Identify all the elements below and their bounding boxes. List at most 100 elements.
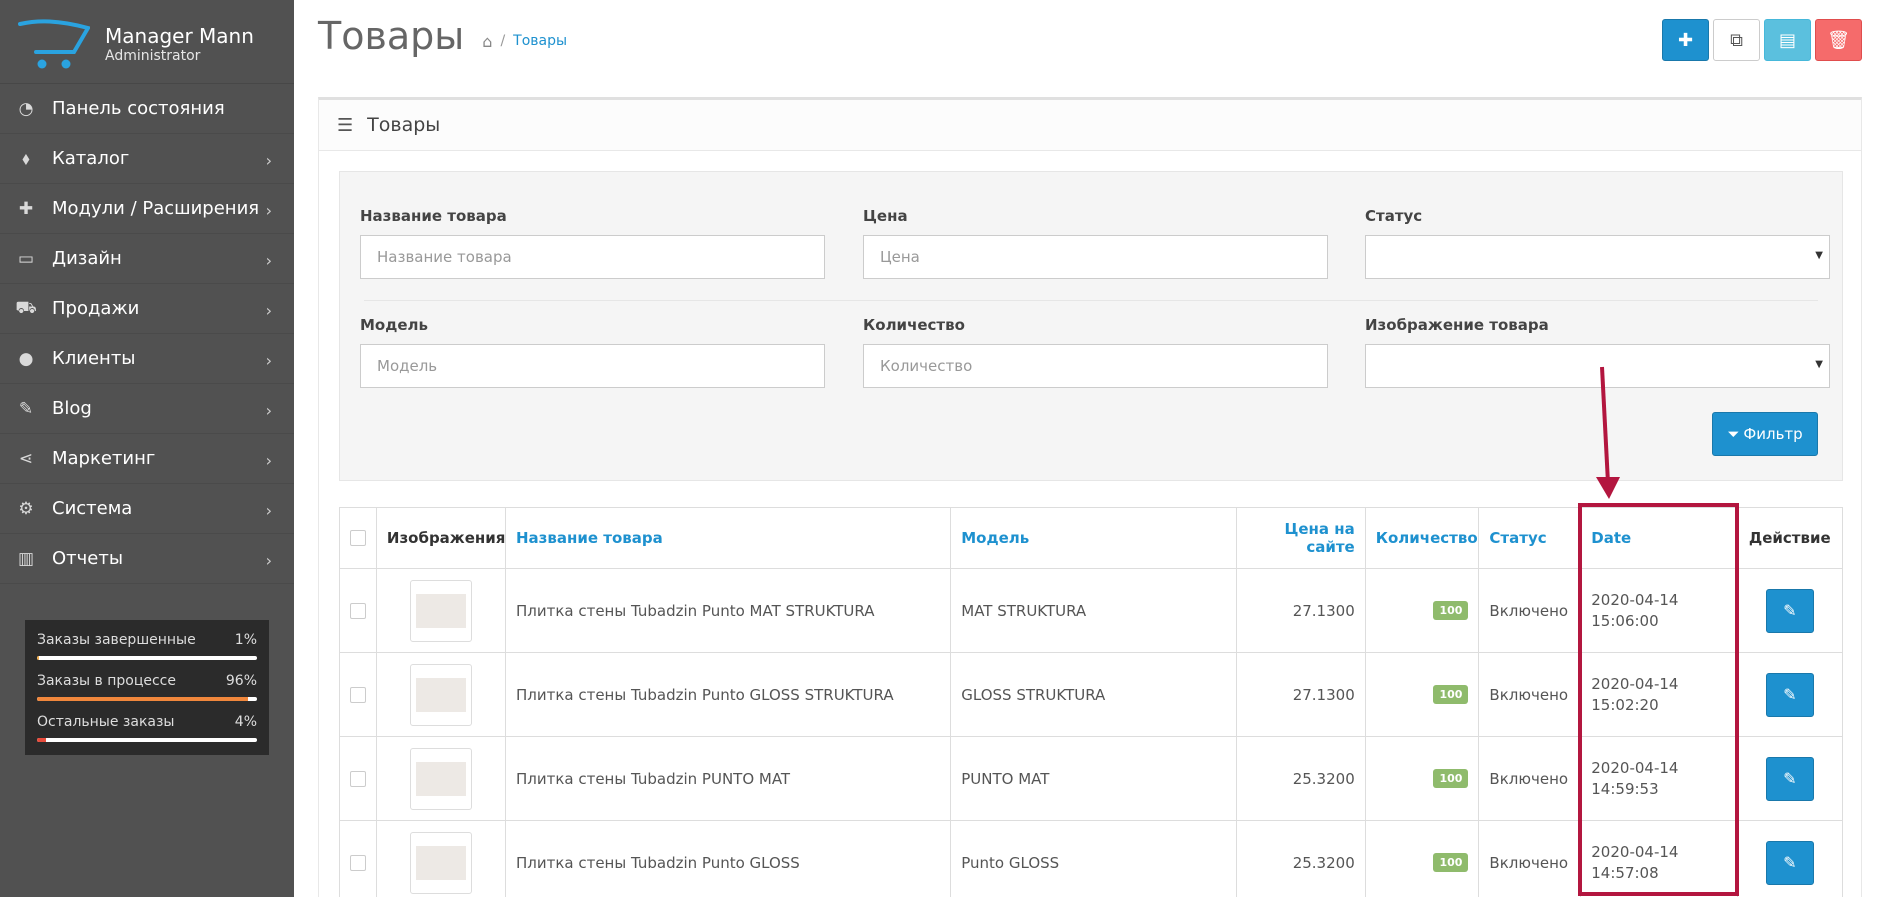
sidebar-item-4[interactable]: ⛟ Продажи › xyxy=(0,284,294,334)
breadcrumb: ⌂ / Товары xyxy=(482,32,567,51)
row-checkbox[interactable] xyxy=(350,686,366,703)
chevron-right-icon: › xyxy=(265,151,272,170)
product-thumbnail xyxy=(409,663,472,726)
cell-image: Изображения xyxy=(377,508,506,568)
row-checkbox[interactable] xyxy=(350,770,366,787)
sidebar-item-6[interactable]: ✎ Blog › xyxy=(0,384,294,434)
cell-status: Включено xyxy=(1479,569,1582,652)
filter-price-label: Цена xyxy=(863,207,908,225)
sidebar-item-label: Панель состояния xyxy=(52,98,225,119)
cell-action: ✎ xyxy=(1738,737,1843,820)
progress-fill xyxy=(37,738,46,742)
brand-name: Manager Mann xyxy=(105,24,254,48)
tile-image xyxy=(415,761,466,796)
cell-price: 27.1300 xyxy=(1237,569,1366,652)
cell-image xyxy=(377,569,506,652)
sidebar-item-0[interactable]: ◔ Панель состояния xyxy=(0,84,294,134)
brand[interactable]: Manager Mann Administrator xyxy=(0,0,294,84)
filter-model-input[interactable]: Модель xyxy=(360,344,825,388)
export-excel-button[interactable]: ▤ xyxy=(1764,19,1811,61)
order-stat: Заказы в процессе 96% xyxy=(37,673,257,714)
filter-model: Модель Модель xyxy=(360,316,825,388)
cell-name: Плитка стены Tubadzin Punto GLOSS xyxy=(506,821,952,897)
product-thumbnail xyxy=(409,831,472,894)
cell-action: ✎ xyxy=(1738,653,1843,736)
order-stat-value: 4% xyxy=(234,714,257,730)
breadcrumb-link-products[interactable]: Товары xyxy=(513,33,567,49)
add-button[interactable]: ✚ xyxy=(1662,19,1709,61)
product-thumbnail xyxy=(409,579,472,642)
sidebar: Manager Mann Administrator ◔ Панель состо… xyxy=(0,0,294,897)
tile-image xyxy=(415,845,466,880)
delete-button[interactable]: 🗑 xyxy=(1815,19,1862,61)
tile-image xyxy=(415,593,466,628)
product-model: MAT STRUKTURA xyxy=(961,601,1087,620)
sort-by-name[interactable]: Название товара xyxy=(516,529,663,547)
sidebar-item-9[interactable]: ▥ Отчеты › xyxy=(0,534,294,584)
sort-by-status[interactable]: Статус xyxy=(1489,529,1546,547)
sidebar-menu: ◔ Панель состояния ⬧ Каталог › ✚ Модули / Расш… xyxy=(0,84,294,584)
filter-model-label: Модель xyxy=(360,316,428,334)
filter-price-input[interactable]: Цена xyxy=(863,235,1328,279)
chevron-right-icon: › xyxy=(265,501,272,520)
copy-icon: ⧉ xyxy=(1730,29,1743,51)
annotation-highlight-box xyxy=(1578,503,1739,896)
cell-model: MAT STRUKTURA xyxy=(951,569,1237,652)
sidebar-item-3[interactable]: ▭ Дизайн › xyxy=(0,234,294,284)
desktop-icon: ▭ xyxy=(17,248,35,269)
sort-by-model[interactable]: Модель xyxy=(961,529,1029,547)
pencil-icon: ✎ xyxy=(1783,685,1797,704)
product-price: 25.3200 xyxy=(1292,769,1355,788)
user-icon: ● xyxy=(18,348,34,369)
cell-check xyxy=(339,653,377,736)
header-action: Действие xyxy=(1748,529,1831,547)
filter-status-label: Статус xyxy=(1365,207,1423,225)
edit-button[interactable]: ✎ xyxy=(1765,756,1814,801)
filter-status-select[interactable]: ▼ xyxy=(1365,235,1830,279)
edit-button[interactable]: ✎ xyxy=(1765,588,1814,633)
row-checkbox[interactable] xyxy=(350,854,366,871)
cell-image xyxy=(377,653,506,736)
cell-status: Статус xyxy=(1479,508,1582,568)
main-content: Товары ⌂ / Товары ✚ ⧉ ▤ 🗑 ☰ Товары Назва… xyxy=(294,0,1882,897)
order-stat-value: 96% xyxy=(225,673,257,689)
filter-status: Статус ▼ xyxy=(1365,207,1830,279)
filter-button[interactable]: ⏷ Фильтр xyxy=(1712,412,1818,456)
edit-button[interactable]: ✎ xyxy=(1765,840,1814,885)
filter-name-input[interactable]: Название товара xyxy=(360,235,825,279)
plus-icon: ✚ xyxy=(1677,29,1694,51)
home-icon[interactable]: ⌂ xyxy=(482,32,492,51)
product-status: Включено xyxy=(1489,685,1569,704)
row-checkbox[interactable] xyxy=(350,602,366,619)
sidebar-item-5[interactable]: ● Клиенты › xyxy=(0,334,294,384)
product-status: Включено xyxy=(1489,769,1569,788)
sidebar-item-2[interactable]: ✚ Модули / Расширения › xyxy=(0,184,294,234)
share-icon: ⋖ xyxy=(18,448,34,469)
sidebar-item-8[interactable]: ⚙ Система › xyxy=(0,484,294,534)
page-title: Товары xyxy=(318,14,465,58)
sidebar-item-label: Система xyxy=(52,498,133,519)
sort-by-price[interactable]: Цена на сайте xyxy=(1247,520,1354,556)
select-all-checkbox[interactable] xyxy=(350,530,366,546)
cell-action: ✎ xyxy=(1738,821,1843,897)
sort-by-quantity[interactable]: Количество xyxy=(1376,529,1478,547)
filter-name-label: Название товара xyxy=(360,207,507,225)
caret-down-icon: ▼ xyxy=(1815,359,1823,370)
order-stat: Заказы завершенные 1% xyxy=(37,632,257,673)
chevron-right-icon: › xyxy=(265,201,272,220)
product-price: 27.1300 xyxy=(1292,601,1355,620)
filter-quantity-input[interactable]: Количество xyxy=(863,344,1328,388)
filter-button-label: Фильтр xyxy=(1743,425,1803,443)
product-price: 25.3200 xyxy=(1292,853,1355,872)
edit-button[interactable]: ✎ xyxy=(1765,672,1814,717)
sidebar-item-1[interactable]: ⬧ Каталог › xyxy=(0,134,294,184)
quantity-badge: 100 xyxy=(1433,601,1469,620)
product-name: Плитка стены Tubadzin Punto MAT STRUKTUR… xyxy=(515,601,875,620)
cell-status: Включено xyxy=(1479,737,1582,820)
cell-price: 25.3200 xyxy=(1237,737,1366,820)
copy-button[interactable]: ⧉ xyxy=(1713,19,1760,61)
toolbar: ✚ ⧉ ▤ 🗑 xyxy=(1662,19,1862,61)
panel-title: Товары xyxy=(367,114,441,136)
sidebar-item-7[interactable]: ⋖ Маркетинг › xyxy=(0,434,294,484)
filter-price: Цена Цена xyxy=(863,207,1328,279)
